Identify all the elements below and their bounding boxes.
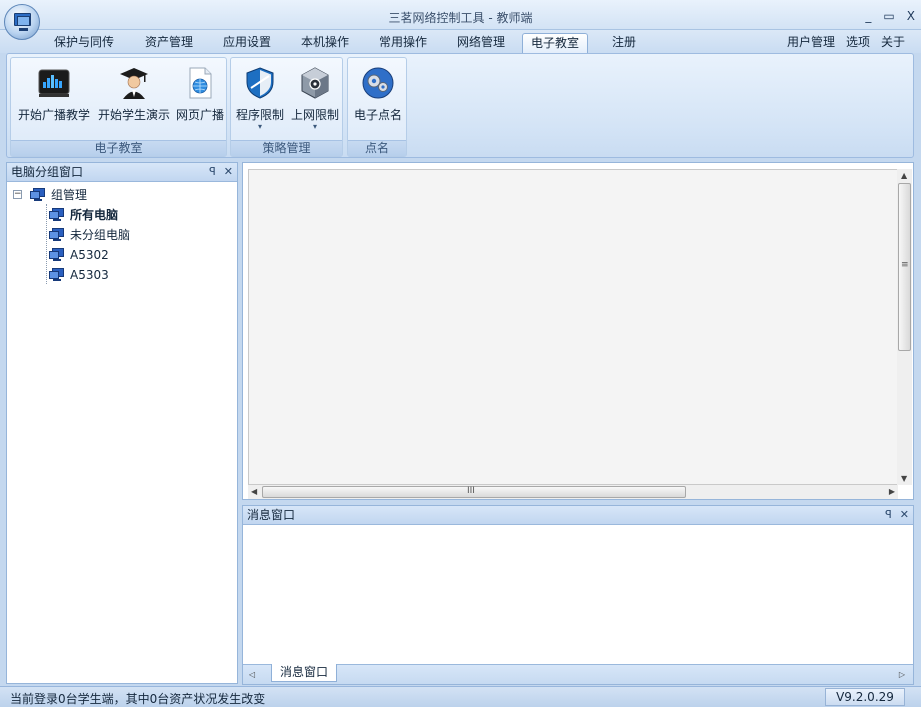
- tree-node-group-management[interactable]: − 组管理: [7, 185, 237, 205]
- computer-group-panel-header: 电脑分组窗口 ꟼ ✕: [7, 163, 237, 182]
- vertical-scrollbar[interactable]: ▲ ≡ ▼: [897, 169, 912, 485]
- ribbon-panel: 开始广播教学 开始学生演示 网页广播 电子教室 程序限制 ▾ 上网限制 ▾ 策略…: [6, 53, 914, 158]
- vertical-scroll-thumb[interactable]: ≡: [898, 183, 911, 351]
- tree-node-a5303[interactable]: A5303: [7, 265, 237, 285]
- tab-message-window[interactable]: 消息窗口: [271, 664, 338, 682]
- computer-icon: [49, 208, 65, 222]
- computer-group-panel: 电脑分组窗口 ꟼ ✕ − 组管理 所有电脑 未分组电脑 A5302 A5303: [6, 162, 238, 684]
- app-menu-orb[interactable]: [4, 4, 40, 40]
- tab-register[interactable]: 注册: [604, 33, 644, 53]
- computer-view-canvas[interactable]: [248, 169, 898, 485]
- gears-icon: [362, 67, 394, 99]
- program-restriction-button[interactable]: 程序限制 ▾: [233, 62, 287, 134]
- start-broadcast-button[interactable]: 开始广播教学: [15, 62, 93, 134]
- group-label-rollcall: 点名: [348, 140, 406, 156]
- tree-node-all-computers[interactable]: 所有电脑: [7, 205, 237, 225]
- tab-network-management[interactable]: 网络管理: [449, 33, 513, 53]
- cube-lock-icon: [301, 67, 329, 99]
- computer-icon: [49, 228, 65, 242]
- panel-title: 电脑分组窗口: [11, 165, 84, 179]
- tab-app-settings[interactable]: 应用设置: [215, 33, 279, 53]
- window-controls: _ ▭ X: [865, 9, 915, 23]
- tab-common-operations[interactable]: 常用操作: [371, 33, 435, 53]
- version-badge: V9.2.0.29: [825, 688, 905, 706]
- user-management-link[interactable]: 用户管理: [787, 33, 835, 53]
- tab-scroll-right-icon[interactable]: ▷: [899, 670, 905, 679]
- close-icon[interactable]: ✕: [224, 163, 233, 181]
- computer-icon: [49, 268, 65, 282]
- electronic-rollcall-button[interactable]: 电子点名: [350, 62, 406, 134]
- ribbon-group-policy: 程序限制 ▾ 上网限制 ▾ 策略管理: [230, 57, 343, 157]
- scroll-left-icon[interactable]: ◀: [251, 487, 257, 496]
- tab-asset-management[interactable]: 资产管理: [137, 33, 201, 53]
- ribbon-group-rollcall: 电子点名 点名: [347, 57, 407, 157]
- tab-electronic-classroom[interactable]: 电子教室: [522, 33, 589, 53]
- horizontal-scroll-thumb[interactable]: III: [262, 486, 686, 498]
- scroll-up-icon[interactable]: ▲: [901, 171, 907, 180]
- student-graduate-icon: [120, 68, 148, 99]
- window-title: 三茗网络控制工具 - 教师端: [388, 11, 533, 25]
- tree-node-a5302[interactable]: A5302: [7, 245, 237, 265]
- close-icon[interactable]: ✕: [900, 506, 909, 524]
- options-link[interactable]: 选项: [846, 33, 870, 53]
- tab-scroll-left-icon[interactable]: ◁: [249, 670, 255, 679]
- ribbon-group-classroom: 开始广播教学 开始学生演示 网页广播 电子教室: [10, 57, 227, 157]
- message-panel: 消息窗口 ꟼ ✕ ◁ 消息窗口 ▷: [242, 505, 914, 685]
- maximize-button[interactable]: ▭: [883, 9, 894, 23]
- panel-title: 消息窗口: [247, 508, 296, 522]
- about-link[interactable]: 关于: [881, 33, 905, 53]
- scroll-right-icon[interactable]: ▶: [889, 487, 895, 496]
- group-label-policy: 策略管理: [231, 140, 342, 156]
- group-label-classroom: 电子教室: [11, 140, 226, 156]
- web-page-icon: [189, 67, 212, 99]
- message-tab-strip: ◁ 消息窗口 ▷: [243, 664, 913, 684]
- shield-icon: [246, 67, 274, 99]
- pin-icon[interactable]: ꟼ: [209, 163, 216, 181]
- main-view-area: ▲ ≡ ▼ ◀ III ▶: [242, 162, 914, 500]
- group-tree: − 组管理 所有电脑 未分组电脑 A5302 A5303: [7, 182, 237, 285]
- scroll-down-icon[interactable]: ▼: [901, 474, 907, 483]
- close-window-button[interactable]: X: [907, 9, 915, 23]
- ribbon-tab-row: 保护与同传 资产管理 应用设置 本机操作 常用操作 网络管理 电子教室 注册 用…: [0, 30, 921, 53]
- title-bar: 三茗网络控制工具 - 教师端 _ ▭ X: [0, 0, 921, 30]
- tree-node-ungrouped-computers[interactable]: 未分组电脑: [7, 225, 237, 245]
- tab-protect-sync[interactable]: 保护与同传: [46, 33, 122, 53]
- pin-icon[interactable]: ꟼ: [885, 506, 892, 524]
- computer-group-icon: [30, 188, 46, 202]
- horizontal-scrollbar[interactable]: ◀ III ▶: [248, 485, 898, 499]
- message-panel-header: 消息窗口 ꟼ ✕: [243, 506, 913, 525]
- tab-local-operations[interactable]: 本机操作: [293, 33, 357, 53]
- internet-restriction-button[interactable]: 上网限制 ▾: [287, 62, 343, 134]
- collapse-icon[interactable]: −: [13, 190, 22, 199]
- status-bar: 当前登录0台学生端，其中0台资产状况发生改变 V9.2.0.29: [0, 686, 921, 707]
- status-message: 当前登录0台学生端，其中0台资产状况发生改变: [10, 692, 266, 706]
- minimize-button[interactable]: _: [865, 9, 871, 23]
- broadcast-screen-icon: [38, 69, 70, 97]
- computer-icon: [49, 248, 65, 262]
- web-broadcast-button[interactable]: 网页广播: [173, 62, 227, 134]
- start-student-demo-button[interactable]: 开始学生演示: [95, 62, 173, 134]
